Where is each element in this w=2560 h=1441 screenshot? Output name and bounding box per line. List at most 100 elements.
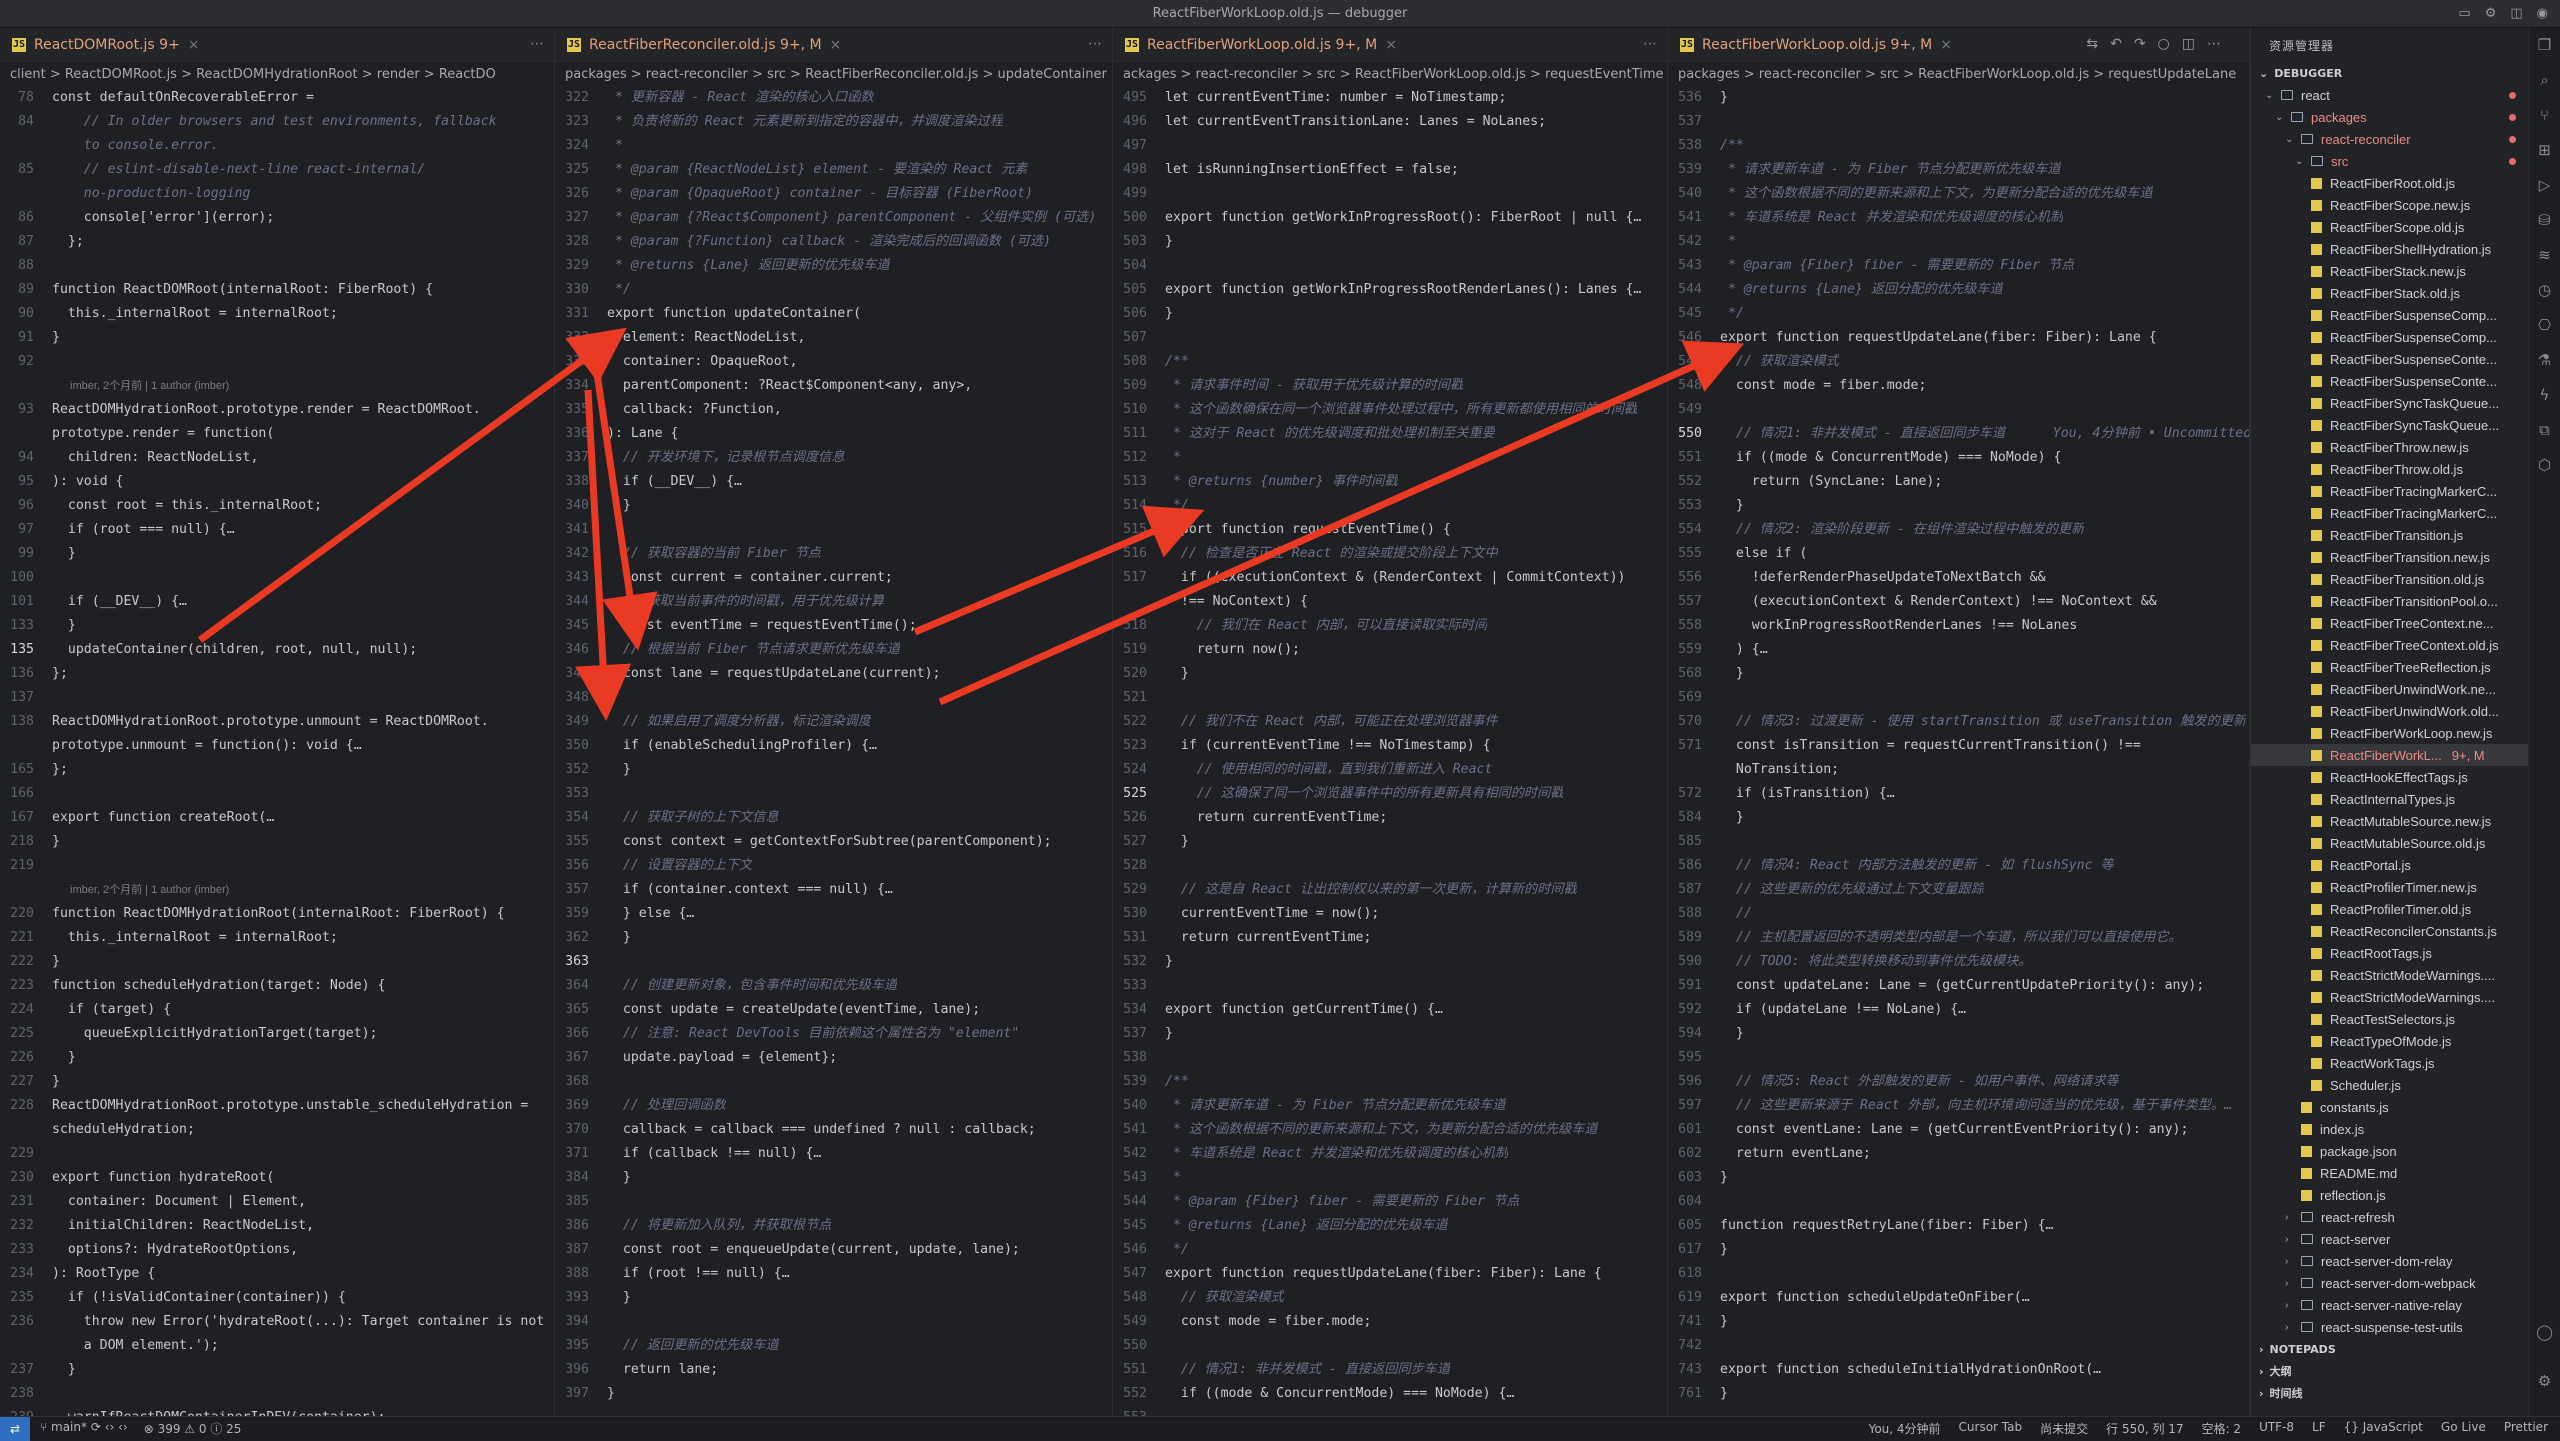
tree-file[interactable]: ReactFiberTransitionPool.o... (2251, 590, 2528, 612)
tree-file[interactable]: ReactFiberTransition.new.js (2251, 546, 2528, 568)
status-item[interactable]: Cursor Tab (1959, 1420, 2023, 1437)
status-item[interactable]: {} JavaScript (2344, 1420, 2423, 1437)
tree-file[interactable]: ReactFiberThrow.old.js (2251, 458, 2528, 480)
editor-tab[interactable]: JS ReactFiberReconciler.old.js 9+, M × (567, 28, 855, 62)
status-item[interactable]: Prettier (2504, 1420, 2548, 1437)
tree-file[interactable]: Scheduler.js (2251, 1074, 2528, 1096)
more-actions-icon[interactable]: ⋯ (1088, 36, 1102, 52)
code-view[interactable]: 322 * 更新容器 - React 渲染的核心入口函数 323 * 负责将新的 … (555, 86, 1112, 1406)
go-back-icon[interactable]: ↶ (2110, 36, 2122, 52)
breadcrumb[interactable]: ackages > react-reconciler > src > React… (1113, 62, 1667, 86)
tree-file[interactable]: ReactMutableSource.new.js (2251, 810, 2528, 832)
tree-file[interactable]: ReactFiberSyncTaskQueue... (2251, 414, 2528, 436)
tree-file[interactable]: ReactFiberTracingMarkerC... (2251, 502, 2528, 524)
editor-pane-workloop-2[interactable]: JS ReactFiberWorkLoop.old.js 9+, M × ⇆ ↶ ↷ ○ ◫ ⋯… (1668, 28, 2250, 1416)
tree-file[interactable]: ReactFiberScope.new.js (2251, 194, 2528, 216)
status-item[interactable]: 行 550, 列 17 (2106, 1420, 2183, 1437)
layers-icon[interactable]: ≋ (2538, 246, 2551, 264)
tree-file[interactable]: ReactStrictModeWarnings.... (2251, 986, 2528, 1008)
status-item[interactable]: 空格: 2 (2202, 1420, 2242, 1437)
tree-file[interactable]: reflection.js (2251, 1184, 2528, 1206)
code-view[interactable]: 78 const defaultOnRecoverableError = 84 //… (0, 86, 554, 1416)
toggle-panel-icon[interactable]: ▭ (2458, 6, 2470, 21)
tree-folder[interactable]: › react-server (2251, 1228, 2528, 1250)
status-item[interactable]: Go Live (2441, 1420, 2486, 1437)
more-actions-icon[interactable]: ⋯ (1643, 36, 1657, 52)
code-view[interactable]: 495 let currentEventTime: number = NoTime… (1113, 86, 1667, 1416)
tree-folder[interactable]: › react-server-dom-webpack (2251, 1272, 2528, 1294)
status-item[interactable]: 尚未提交 (2040, 1420, 2088, 1437)
tree-file[interactable]: package.json (2251, 1140, 2528, 1162)
tree-file[interactable]: ReactFiberUnwindWork.ne... (2251, 678, 2528, 700)
settings-icon[interactable]: ⚙ (2485, 6, 2497, 21)
tree-file[interactable]: ReactFiberTreeReflection.js (2251, 656, 2528, 678)
tree-folder-src[interactable]: ⌄ src (2251, 150, 2528, 172)
tree-file[interactable]: ReactFiberSyncTaskQueue... (2251, 392, 2528, 414)
account-icon[interactable]: ◯ (2536, 1323, 2553, 1341)
tree-file[interactable]: ReactFiberRoot.old.js (2251, 172, 2528, 194)
blame-annotation[interactable]: imber, 2个月前 | 1 author (imber) (0, 374, 554, 398)
editor-tab[interactable]: JS ReactDOMRoot.js 9+ × (12, 28, 214, 62)
compare-icon[interactable]: ⇆ (2086, 36, 2098, 52)
remote-indicator-icon[interactable]: ⇄ (0, 1416, 30, 1441)
run-debug-icon[interactable]: ▷ (2539, 176, 2551, 194)
status-item[interactable]: UTF-8 (2259, 1420, 2294, 1437)
blame-annotation[interactable]: imber, 2个月前 | 1 author (imber) (0, 878, 554, 902)
explorer-section-debugger[interactable]: ⌄ DEBUGGER (2251, 62, 2528, 84)
close-icon[interactable]: × (1385, 37, 1397, 53)
breadcrumb[interactable]: packages > react-reconciler > src > Reac… (555, 62, 1112, 86)
tree-file[interactable]: ReactFiberTransition.old.js (2251, 568, 2528, 590)
extensions-icon[interactable]: ⊞ (2538, 141, 2551, 159)
tree-file[interactable]: ReactReconcilerConstants.js (2251, 920, 2528, 942)
package-icon[interactable]: ⬡ (2538, 456, 2551, 474)
tree-file[interactable]: ReactProfilerTimer.new.js (2251, 876, 2528, 898)
tree-file[interactable]: constants.js (2251, 1096, 2528, 1118)
timeline-icon[interactable]: ◷ (2538, 281, 2551, 299)
tree-file[interactable]: ReactFiberUnwindWork.old... (2251, 700, 2528, 722)
tree-file[interactable]: ReactInternalTypes.js (2251, 788, 2528, 810)
tree-folder[interactable]: › react-refresh (2251, 1206, 2528, 1228)
problems-indicator[interactable]: ⊗ 399 ⚠ 0 ⓘ 25 (144, 1420, 242, 1437)
split-editor-icon[interactable]: ◫ (2182, 36, 2195, 52)
tree-file[interactable]: ReactPortal.js (2251, 854, 2528, 876)
tree-file[interactable]: ReactFiberStack.old.js (2251, 282, 2528, 304)
tree-folder[interactable]: › react-suspense-test-utils (2251, 1316, 2528, 1338)
tree-file[interactable]: ReactFiberTreeContext.old.js (2251, 634, 2528, 656)
branch-indicator[interactable]: ⑂ main* ⟳ ‹› ‹› (40, 1420, 128, 1437)
tree-file[interactable]: ReactFiberSuspenseComp... (2251, 304, 2528, 326)
go-forward-icon[interactable]: ↷ (2134, 36, 2146, 52)
status-item[interactable]: LF (2312, 1420, 2326, 1437)
explorer-icon[interactable]: ❐ (2538, 36, 2551, 54)
editor-pane-react-dom-root[interactable]: JS ReactDOMRoot.js 9+ × ⋯ client > ReactDOMR… (0, 28, 555, 1416)
tree-folder[interactable]: › react-server-dom-relay (2251, 1250, 2528, 1272)
tree-file[interactable]: ReactTypeOfMode.js (2251, 1030, 2528, 1052)
editor-pane-workloop-1[interactable]: JS ReactFiberWorkLoop.old.js 9+, M × ⋯ ackag… (1113, 28, 1668, 1416)
tree-folder-react-reconciler[interactable]: ⌄ react-reconciler (2251, 128, 2528, 150)
tree-file[interactable]: ReactMutableSource.old.js (2251, 832, 2528, 854)
status-item[interactable]: You, 4分钟前 (1869, 1420, 1941, 1437)
tree-folder-react[interactable]: ⌄ react (2251, 84, 2528, 106)
tree-file[interactable]: ReactFiberShellHydration.js (2251, 238, 2528, 260)
more-actions-icon[interactable]: ⋯ (530, 36, 544, 52)
tree-folder[interactable]: › react-server-native-relay (2251, 1294, 2528, 1316)
tree-file[interactable]: ReactRootTags.js (2251, 942, 2528, 964)
editor-tab[interactable]: JS ReactFiberWorkLoop.old.js 9+, M × (1680, 28, 1966, 62)
circle-icon[interactable]: ○ (2158, 36, 2170, 52)
plugin-icon[interactable]: ⧉ (2539, 421, 2550, 439)
editor-pane-reconciler[interactable]: JS ReactFiberReconciler.old.js 9+, M × ⋯ pac… (555, 28, 1113, 1416)
tree-file[interactable]: ReactFiberScope.old.js (2251, 216, 2528, 238)
tree-file[interactable]: ReactFiberSuspenseComp... (2251, 326, 2528, 348)
code-view[interactable]: 536} 537 538 /** 539 * 请求更新车道 - 为 Fiber 节点分配… (1668, 86, 2249, 1406)
tree-file[interactable]: ReactFiberSuspenseConte... (2251, 370, 2528, 392)
explorer-section[interactable]: › NOTEPADS (2251, 1338, 2528, 1360)
tree-file[interactable]: ReactFiberStack.new.js (2251, 260, 2528, 282)
close-icon[interactable]: × (188, 37, 200, 53)
lightning-icon[interactable]: ϟ (2540, 386, 2550, 404)
explorer-section[interactable]: › 时间线 (2251, 1382, 2528, 1404)
breadcrumb[interactable]: packages > react-reconciler > src > Reac… (1668, 62, 2249, 86)
close-icon[interactable]: × (1940, 37, 1952, 53)
flask-icon[interactable]: ⚗ (2538, 351, 2551, 369)
tree-file[interactable]: README.md (2251, 1162, 2528, 1184)
tree-file[interactable]: ReactTestSelectors.js (2251, 1008, 2528, 1030)
tree-file[interactable]: ReactFiberSuspenseConte... (2251, 348, 2528, 370)
